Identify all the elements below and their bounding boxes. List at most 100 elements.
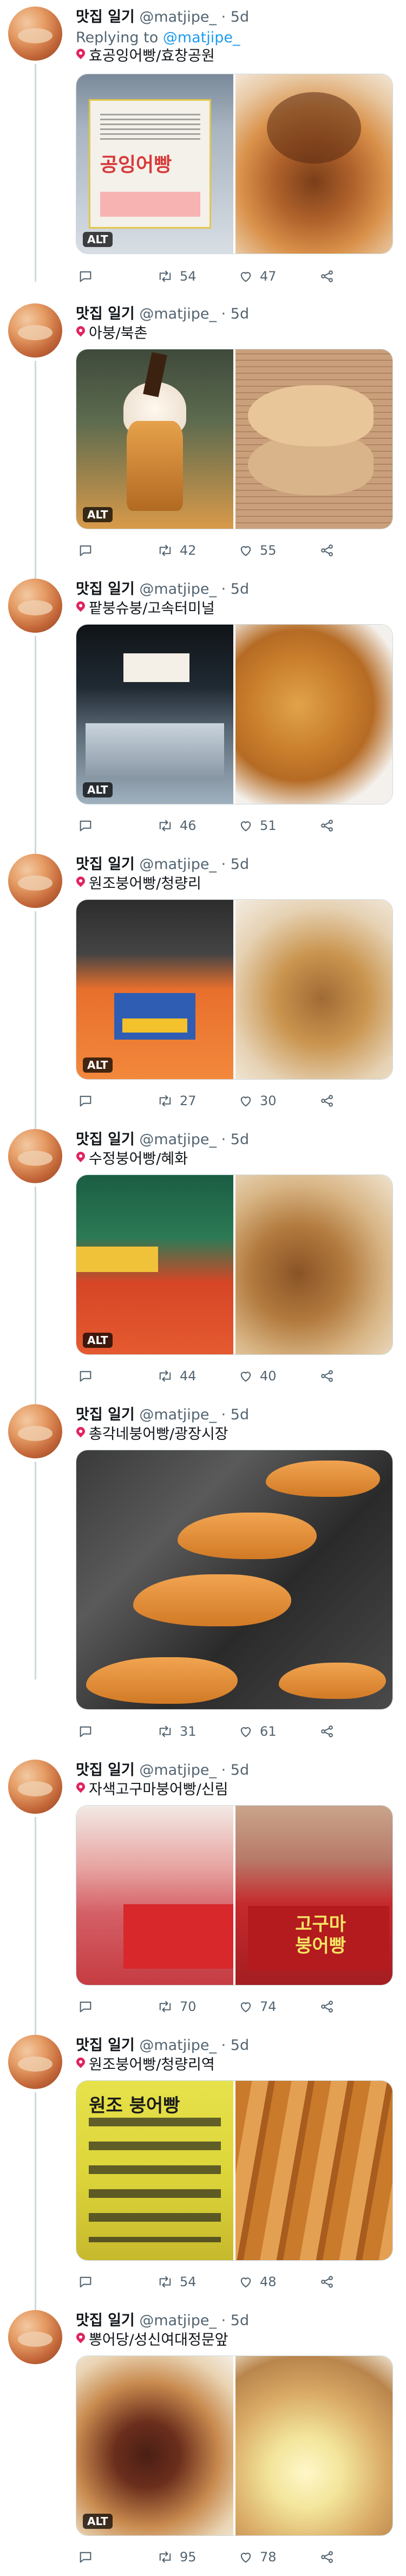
retweet-button[interactable]: 44 — [157, 1366, 197, 1386]
photo-taiyaki[interactable] — [235, 74, 392, 254]
reply-button[interactable] — [78, 1091, 93, 1111]
tweet-media[interactable]: ALT — [76, 349, 393, 529]
reply-button[interactable] — [78, 541, 93, 560]
retweet-button[interactable]: 31 — [157, 1722, 197, 1741]
photo-taiyaki-in-bag[interactable] — [235, 900, 392, 1079]
photo-shop-sign[interactable]: 공잉어빵 ALT — [76, 74, 233, 254]
author-handle[interactable]: @matjipe_ — [139, 1131, 217, 1148]
tweet-time[interactable]: · 5d — [221, 1406, 249, 1423]
alt-badge[interactable]: ALT — [83, 232, 113, 247]
tweet[interactable]: 맛집 일기 @matjipe_ · 5d 원조붕어빵/청량리 ALT 27 30 — [0, 847, 406, 1129]
reply-button[interactable] — [78, 1997, 93, 2016]
tweet-time[interactable]: · 5d — [221, 9, 249, 25]
avatar[interactable] — [8, 2035, 62, 2089]
tweet-media[interactable]: 공잉어빵 ALT — [76, 74, 393, 254]
tweet[interactable]: 맛집 일기 @matjipe_ · 5d 자색고구마붕어빵/신림 고구마 붕어빵… — [0, 1753, 406, 2035]
retweet-button[interactable]: 46 — [157, 816, 197, 835]
share-button[interactable] — [319, 1722, 335, 1741]
avatar[interactable] — [8, 1760, 62, 1814]
share-button[interactable] — [319, 816, 335, 835]
tweet-media[interactable]: ALT — [76, 899, 393, 1080]
tweet-time[interactable]: · 5d — [221, 2037, 249, 2054]
tweet-media[interactable]: ALT — [76, 1175, 393, 1355]
tweet-time[interactable]: · 5d — [221, 856, 249, 873]
photo-purple-sweet-potato-taiyaki[interactable] — [76, 1806, 233, 1985]
tweet[interactable]: 맛집 일기 @matjipe_ · 5d 원조붕어빵/청량리역 원조 붕어빵 5… — [0, 2028, 406, 2310]
tweet-media[interactable]: 고구마 붕어빵 — [76, 1805, 393, 1985]
alt-badge[interactable]: ALT — [83, 782, 113, 797]
like-button[interactable]: 30 — [238, 1091, 277, 1111]
tweet[interactable]: 맛집 일기 @matjipe_ · 5d 아붕/북촌 ALT 42 55 — [0, 297, 406, 579]
alt-badge[interactable]: ALT — [83, 1333, 113, 1348]
photo-store-front[interactable]: ALT — [76, 625, 233, 804]
like-button[interactable]: 61 — [238, 1722, 277, 1741]
tweet-media[interactable]: 원조 붕어빵 — [76, 2080, 393, 2261]
photo-taiyaki-rack[interactable] — [235, 349, 392, 529]
retweet-button[interactable]: 27 — [157, 1091, 197, 1111]
alt-badge[interactable]: ALT — [83, 1057, 113, 1073]
share-button[interactable] — [319, 541, 335, 560]
share-button[interactable] — [319, 1091, 335, 1111]
avatar[interactable] — [8, 1129, 62, 1183]
avatar[interactable] — [8, 303, 62, 358]
author-handle[interactable]: @matjipe_ — [139, 1762, 217, 1779]
avatar[interactable] — [8, 7, 62, 61]
tweet[interactable]: 맛집 일기 @matjipe_ · 5d 총각네붕어빵/광장시장 31 61 — [0, 1398, 406, 1739]
photo-red-bean-taiyaki[interactable]: ALT — [76, 2356, 233, 2535]
reply-button[interactable] — [78, 267, 93, 286]
author-name[interactable]: 맛집 일기 — [76, 9, 135, 25]
share-button[interactable] — [319, 2272, 335, 2292]
photo-cream-taiyaki[interactable] — [235, 2356, 392, 2535]
alt-badge[interactable]: ALT — [83, 507, 113, 522]
author-name[interactable]: 맛집 일기 — [76, 2037, 135, 2054]
author-handle[interactable]: @matjipe_ — [139, 1406, 217, 1423]
share-button[interactable] — [319, 1366, 335, 1386]
photo-taiyaki-pile[interactable] — [235, 625, 392, 804]
like-button[interactable]: 55 — [238, 541, 277, 560]
like-button[interactable]: 40 — [238, 1366, 277, 1386]
tweet-time[interactable]: · 5d — [221, 306, 249, 322]
photo-handwritten-sign[interactable]: 원조 붕어빵 — [76, 2081, 233, 2260]
author-name[interactable]: 맛집 일기 — [76, 2312, 135, 2329]
tweet[interactable]: 맛집 일기 @matjipe_ · 5d Replying to @matjip… — [0, 0, 406, 284]
retweet-button[interactable]: 54 — [157, 267, 197, 286]
like-button[interactable]: 78 — [238, 2547, 277, 2567]
author-name[interactable]: 맛집 일기 — [76, 1131, 135, 1148]
tweet[interactable]: 맛집 일기 @matjipe_ · 5d 뽕어당/성신여대정문앞 ALT 95 … — [0, 2304, 406, 2576]
author-name[interactable]: 맛집 일기 — [76, 856, 135, 873]
retweet-button[interactable]: 95 — [157, 2547, 197, 2567]
like-button[interactable]: 74 — [238, 1997, 277, 2016]
author-handle[interactable]: @matjipe_ — [139, 9, 217, 25]
retweet-button[interactable]: 70 — [157, 1997, 197, 2016]
author-handle[interactable]: @matjipe_ — [139, 856, 217, 873]
author-handle[interactable]: @matjipe_ — [139, 2037, 217, 2054]
avatar[interactable] — [8, 2310, 62, 2364]
avatar[interactable] — [8, 854, 62, 908]
author-handle[interactable]: @matjipe_ — [139, 306, 217, 322]
photo-taiyaki-skewers[interactable] — [235, 2081, 392, 2260]
photo-icecream-taiyaki[interactable]: ALT — [76, 349, 233, 529]
photo-stall-sign[interactable]: ALT — [76, 900, 233, 1079]
tweet-time[interactable]: · 5d — [221, 1131, 249, 1148]
author-handle[interactable]: @matjipe_ — [139, 581, 217, 598]
tweet[interactable]: 맛집 일기 @matjipe_ · 5d 수정붕어빵/혜화 ALT 44 40 — [0, 1122, 406, 1404]
photo-goguma-sign[interactable]: 고구마 붕어빵 — [235, 1806, 392, 1985]
avatar[interactable] — [8, 579, 62, 633]
retweet-button[interactable]: 42 — [157, 541, 197, 560]
alt-badge[interactable]: ALT — [83, 2514, 113, 2529]
author-name[interactable]: 맛집 일기 — [76, 581, 135, 598]
tweet-media[interactable]: ALT — [76, 2356, 393, 2536]
photo-taiyaki-grill[interactable] — [76, 1450, 392, 1709]
author-name[interactable]: 맛집 일기 — [76, 1762, 135, 1779]
tweet-media[interactable] — [76, 1450, 393, 1710]
like-button[interactable]: 48 — [238, 2272, 277, 2292]
avatar[interactable] — [8, 1404, 62, 1458]
like-button[interactable]: 47 — [238, 267, 277, 286]
replying-to-handle[interactable]: @matjipe_ — [163, 29, 240, 46]
tweet-time[interactable]: · 5d — [221, 1762, 249, 1779]
tweet-time[interactable]: · 5d — [221, 581, 249, 598]
author-handle[interactable]: @matjipe_ — [139, 2312, 217, 2329]
reply-button[interactable] — [78, 1722, 93, 1741]
tweet-time[interactable]: · 5d — [221, 2312, 249, 2329]
share-button[interactable] — [319, 1997, 335, 2016]
